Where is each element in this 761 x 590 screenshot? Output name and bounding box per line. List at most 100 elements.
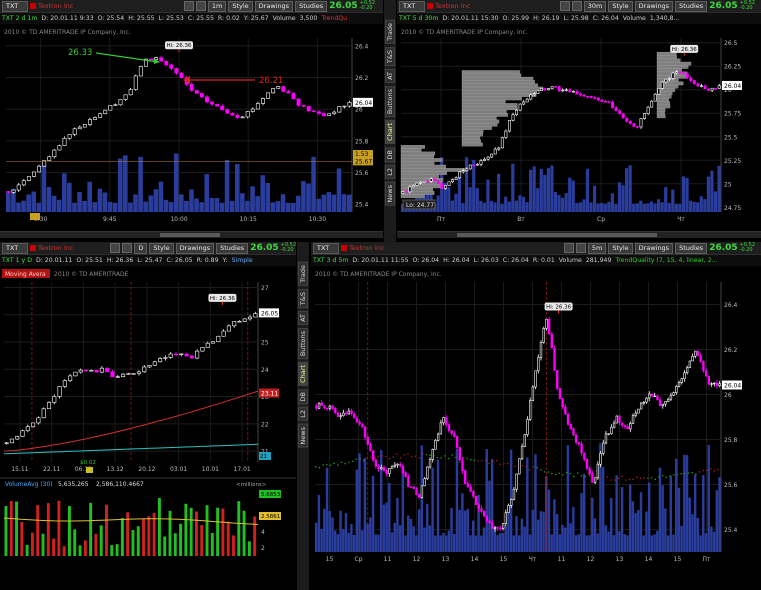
studies-button[interactable]: Studies: [295, 0, 328, 12]
volume-bar: [204, 174, 210, 212]
tab-at[interactable]: AT: [298, 310, 308, 325]
candle-body: [179, 72, 184, 78]
tab-news[interactable]: News: [385, 182, 395, 206]
volume-bar: [664, 508, 667, 552]
drawings-button[interactable]: Drawings: [175, 242, 215, 254]
x-tick-label: 13: [616, 556, 624, 563]
price-chart[interactable]: Moving Avera 2010 © TD AMERITRADE 272625…: [0, 266, 296, 570]
candle-body: [523, 434, 526, 447]
chart-pane-4[interactable]: TXT Textron Inc 5m Style Drawings Studie…: [311, 242, 761, 570]
tab-trade[interactable]: Trade: [298, 262, 308, 286]
volume-bar: [275, 201, 281, 212]
tab-l2[interactable]: L2: [298, 407, 308, 422]
candle-body: [564, 89, 568, 91]
tab-time-sales[interactable]: T&S: [385, 46, 395, 66]
tab-buttons[interactable]: Buttons: [385, 85, 395, 118]
link-icon[interactable]: [559, 1, 570, 11]
candle-body: [37, 165, 42, 173]
tab-time-sales[interactable]: T&S: [298, 288, 308, 308]
tab-db[interactable]: DB: [298, 388, 308, 405]
volume-sub-bar: [247, 541, 251, 556]
volume-profile-bar: [461, 86, 544, 91]
x-tick-label: 10:30: [309, 216, 326, 223]
x-tick-label: Пт: [437, 216, 446, 223]
y-tick-label: 25.4: [724, 527, 738, 534]
candle-body: [369, 444, 372, 452]
candle-body: [115, 376, 120, 378]
volume-bar: [712, 531, 716, 552]
timeframe-button[interactable]: 1m: [207, 0, 227, 12]
drawings-button[interactable]: Drawings: [634, 0, 674, 12]
style-button[interactable]: Style: [608, 0, 633, 12]
drawings-button[interactable]: Drawings: [254, 0, 294, 12]
link-icon[interactable]: [183, 1, 194, 11]
symbol-input[interactable]: TXT: [399, 0, 425, 12]
studies-button[interactable]: Studies: [675, 0, 708, 12]
symbol-input[interactable]: TXT: [2, 242, 28, 254]
volume-sub-bar: [173, 533, 177, 556]
timeframe-button[interactable]: D: [134, 242, 148, 254]
candle-body: [52, 396, 57, 403]
studies-button[interactable]: Studies: [216, 242, 249, 254]
candle-body: [453, 433, 456, 437]
timeframe-button[interactable]: 30m: [583, 0, 607, 12]
tab-at[interactable]: AT: [385, 68, 395, 83]
drawings-button[interactable]: Drawings: [634, 242, 674, 254]
tab-l2[interactable]: L2: [385, 165, 395, 180]
volume-profile-bar: [461, 80, 535, 84]
price-chart[interactable]: 2010 © TD AMERITRADE IP Company, Inc. 26…: [311, 266, 761, 570]
trend-quality-dot: [698, 471, 701, 473]
pane-toolbar: TXT Textron Inc 1m Style Drawings Studie…: [0, 0, 383, 13]
candle-body: [626, 426, 629, 430]
timeframe-button[interactable]: 5m: [587, 242, 607, 254]
candle-body: [46, 402, 51, 410]
volume-bar: [596, 533, 599, 552]
volume-bar: [612, 535, 616, 552]
zoom-icon[interactable]: [122, 243, 133, 253]
candle-body: [118, 99, 123, 106]
candle-body: [621, 113, 625, 119]
symbol-input[interactable]: TXT: [313, 242, 339, 254]
volume-bar: [501, 533, 505, 552]
candle-body: [607, 101, 611, 103]
chart-pane-2[interactable]: TXT Textron Inc 30m Style Drawings Studi…: [397, 0, 761, 238]
volume-sub-bar: [147, 516, 151, 556]
candle-body: [393, 464, 397, 467]
tab-buttons[interactable]: Buttons: [298, 327, 308, 360]
candle-body: [374, 459, 378, 467]
link-icon[interactable]: [563, 243, 574, 253]
horizontal-scrollbar[interactable]: [0, 231, 383, 238]
zoom-icon[interactable]: [195, 1, 206, 11]
studies-button[interactable]: Studies: [675, 242, 708, 254]
chart-pane-1[interactable]: TXT Textron Inc 1m Style Drawings Studie…: [0, 0, 383, 238]
style-button[interactable]: Style: [149, 242, 174, 254]
tab-chart[interactable]: Chart: [298, 362, 308, 386]
candle-body: [582, 94, 586, 97]
trend-quality-dot: [344, 463, 346, 465]
zoom-icon[interactable]: [571, 1, 582, 11]
candle-body: [445, 417, 448, 425]
zoom-icon[interactable]: [575, 243, 586, 253]
style-button[interactable]: Style: [608, 242, 633, 254]
volume-profile-bar: [461, 113, 508, 117]
volume-profile-bar: [461, 126, 492, 130]
tab-db[interactable]: DB: [385, 146, 395, 163]
horizontal-scrollbar[interactable]: [397, 231, 761, 238]
tab-chart[interactable]: Chart: [385, 120, 395, 144]
candle-body: [339, 415, 342, 417]
tab-trade[interactable]: Trade: [385, 20, 395, 44]
candle-body: [334, 408, 337, 414]
style-button[interactable]: Style: [228, 0, 253, 12]
candle-body: [692, 80, 696, 85]
trend-quality-dot: [355, 458, 357, 460]
chart-pane-3[interactable]: TXT Textron Inc D Style Drawings Studies…: [0, 242, 296, 570]
price-chart[interactable]: 2010 © TD AMERITRADE IP Company, Inc. 26…: [0, 24, 383, 238]
price-chart[interactable]: 2010 © TD AMERITRADE IP Company, Inc. 26…: [397, 24, 761, 238]
tab-news[interactable]: News: [298, 424, 308, 448]
volume-bar: [615, 475, 618, 552]
candle-body: [604, 433, 608, 444]
y-tick-label: 25.25: [724, 158, 741, 165]
candle-body: [646, 106, 650, 114]
symbol-input[interactable]: TXT: [2, 0, 28, 12]
link-icon[interactable]: [110, 243, 121, 253]
